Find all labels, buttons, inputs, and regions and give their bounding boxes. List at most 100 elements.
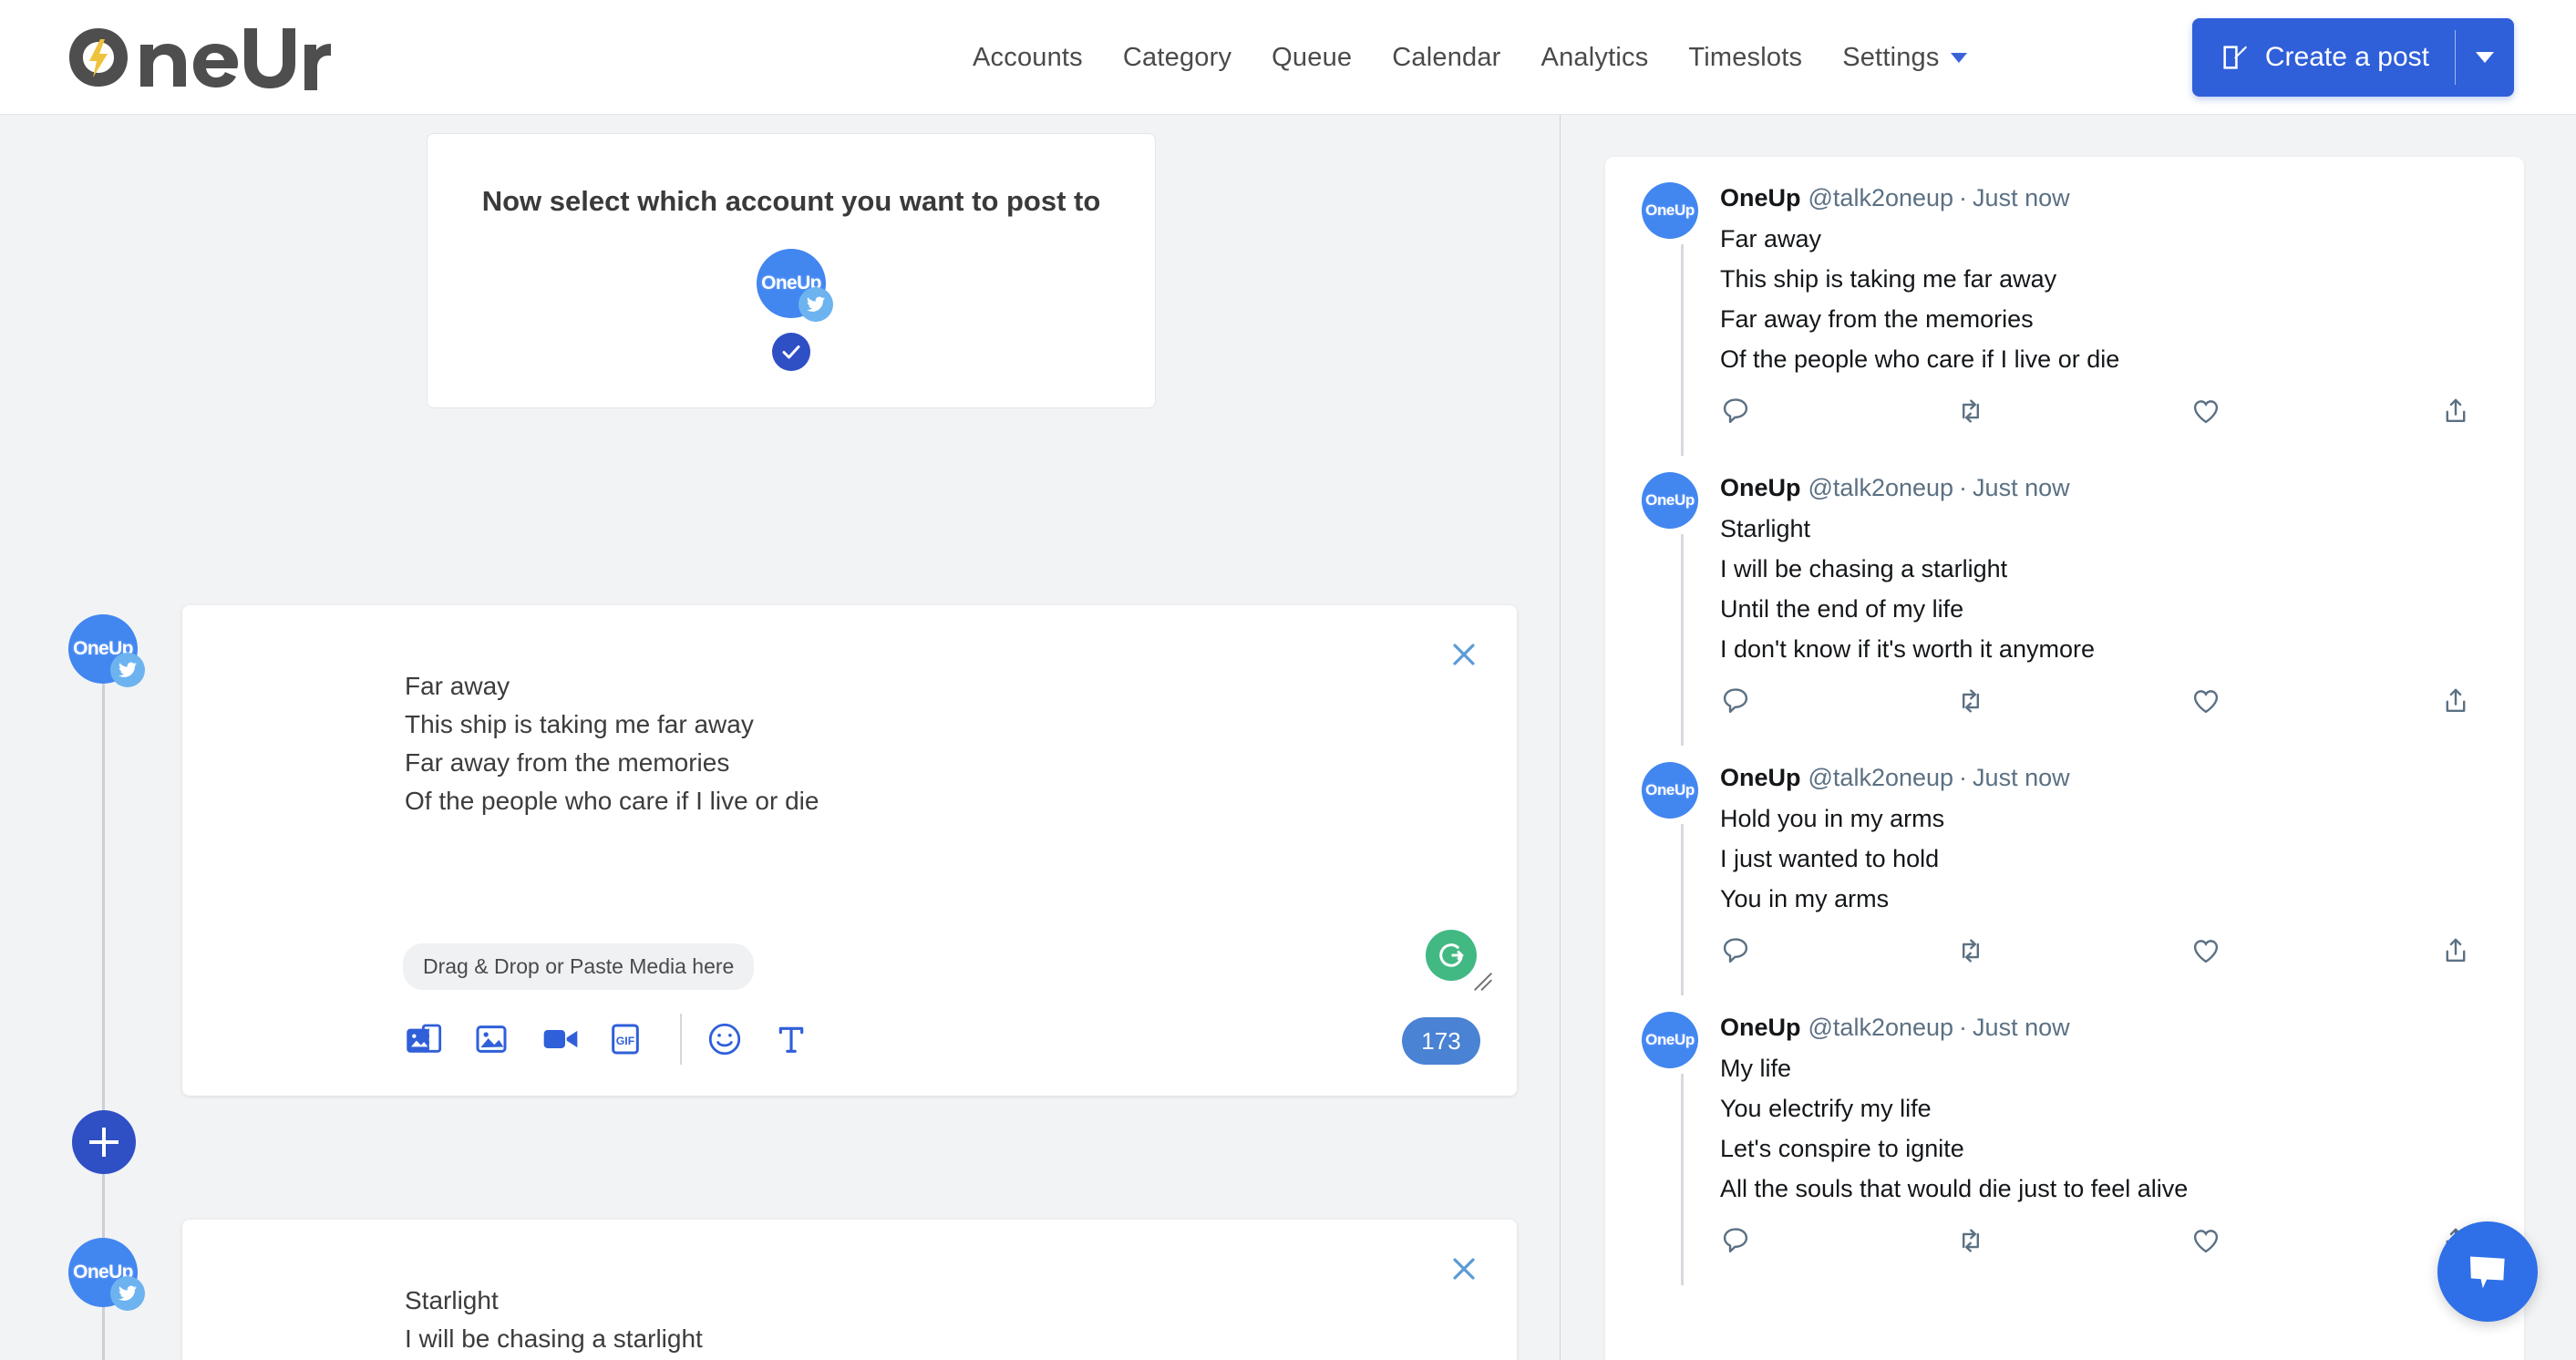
tweet-header: OneUp @talk2oneup · Just now <box>1720 760 2488 795</box>
retweet-glyph <box>1963 689 1979 713</box>
share-icon[interactable] <box>2440 685 2488 716</box>
preview-card: OneUp OneUp @talk2oneup · Just now Far away… <box>1605 157 2524 1360</box>
thread-avatar-1: OneUp <box>68 614 145 687</box>
twitter-badge-icon <box>110 653 145 687</box>
composer-textarea[interactable]: Far away This ship is taking me far away… <box>405 667 1407 820</box>
avatar-image: OneUp <box>1642 182 1698 239</box>
avatar[interactable]: OneUp <box>757 249 833 322</box>
tweet-actions <box>1720 1225 2488 1265</box>
like-icon[interactable] <box>2190 685 2426 716</box>
preview-tweet: OneUp OneUp @talk2oneup · Just now Starligh… <box>1605 447 2524 746</box>
tweet-author-name: OneUp <box>1720 1014 1801 1041</box>
avatar: OneUp <box>1642 762 1698 975</box>
like-icon[interactable] <box>2190 1225 2426 1256</box>
nav-item-analytics[interactable]: Analytics <box>1521 43 1669 73</box>
grammarly-icon[interactable] <box>1426 930 1492 991</box>
avatar-label: OneUp <box>1645 1031 1695 1048</box>
account-selector-title: Now select which account you want to pos… <box>481 185 1101 217</box>
create-post-dropdown-button[interactable] <box>2456 18 2514 97</box>
app-header: Accounts Category Queue Calendar Analyti… <box>0 0 2576 115</box>
tweet-header: OneUp @talk2oneup · Just now <box>1720 1010 2488 1045</box>
resize-grip-icon[interactable] <box>1471 970 1495 994</box>
retweet-icon[interactable] <box>1955 685 2190 716</box>
avatar-image: OneUp <box>1642 472 1698 529</box>
close-icon[interactable] <box>1446 636 1482 673</box>
close-icon[interactable] <box>1446 1251 1482 1287</box>
retweet-icon[interactable] <box>1955 1225 2190 1256</box>
chat-support-button[interactable] <box>2437 1221 2538 1322</box>
tweet-timestamp: Just now <box>1973 1014 2070 1041</box>
share-up-glyph <box>2446 688 2466 712</box>
nav-item-calendar[interactable]: Calendar <box>1372 43 1520 73</box>
tweet-author-handle: @talk2oneup <box>1808 184 1954 211</box>
share-icon[interactable] <box>2440 935 2488 966</box>
account-selector-account[interactable]: OneUp <box>428 249 1155 371</box>
video-icon[interactable] <box>540 1012 607 1066</box>
reply-bubble-glyph <box>1723 938 1748 963</box>
reply-icon[interactable] <box>1720 935 1955 966</box>
create-post-button[interactable]: Create a post <box>2191 18 2514 97</box>
emoji-icon[interactable] <box>706 1012 773 1066</box>
avatar-image: OneUp <box>1642 1012 1698 1068</box>
tweet-header: OneUp @talk2oneup · Just now <box>1720 180 2488 215</box>
reply-bubble-glyph <box>1723 688 1748 714</box>
tweet-header: OneUp @talk2oneup · Just now <box>1720 470 2488 505</box>
oneup-logo[interactable] <box>66 21 339 94</box>
like-icon[interactable] <box>2190 935 2426 966</box>
avatar: OneUp <box>68 614 145 687</box>
avatar-image: OneUp <box>1642 762 1698 819</box>
preview-pane: OneUp OneUp @talk2oneup · Just now Far away… <box>1561 115 2576 1360</box>
add-post-button[interactable] <box>72 1110 136 1174</box>
compose-icon <box>2223 46 2247 69</box>
avatar-label: OneUp <box>1645 201 1695 219</box>
reply-icon[interactable] <box>1720 685 1955 716</box>
retweet-icon[interactable] <box>1955 935 2190 966</box>
tweet-separator: · <box>1959 1014 1968 1041</box>
avatar: OneUp <box>1642 1012 1698 1265</box>
check-icon <box>782 345 800 359</box>
reply-icon[interactable] <box>1720 1225 1955 1256</box>
media-library-icon[interactable] <box>405 1012 472 1066</box>
twitter-badge-icon <box>799 287 833 322</box>
nav-item-timeslots[interactable]: Timeslots <box>1668 43 1822 73</box>
composer-textarea[interactable]: Starlight I will be chasing a starlight … <box>405 1282 1407 1360</box>
composer-card: Far away This ship is taking me far away… <box>182 605 1517 1096</box>
text-format-icon[interactable] <box>773 1012 840 1066</box>
reply-icon[interactable] <box>1720 396 1955 427</box>
nav-item-category[interactable]: Category <box>1103 43 1252 73</box>
heart-glyph <box>2193 690 2219 714</box>
retweet-glyph <box>1963 939 1979 963</box>
heart-glyph <box>2193 400 2219 424</box>
reply-bubble-glyph <box>1723 398 1748 424</box>
nav-item-settings[interactable]: Settings <box>1822 43 1986 73</box>
emoji-smiley-glyph <box>708 1023 741 1056</box>
retweet-glyph <box>1963 399 1979 423</box>
retweet-glyph <box>1963 1229 1979 1252</box>
twitter-bird-icon <box>118 662 138 677</box>
composer-pane: Now select which account you want to pos… <box>0 115 1561 1360</box>
gif-glyph: GIF <box>612 1024 639 1055</box>
retweet-icon[interactable] <box>1955 396 2190 427</box>
heart-glyph <box>2193 940 2219 963</box>
share-icon[interactable] <box>2440 396 2488 427</box>
composer-toolbar: GIF <box>405 1012 840 1066</box>
close-x-icon <box>1453 644 1475 665</box>
nav-item-queue[interactable]: Queue <box>1252 43 1372 73</box>
tweet-actions <box>1720 396 2488 436</box>
tweet-actions <box>1720 685 2488 726</box>
nav-item-accounts[interactable]: Accounts <box>953 43 1103 73</box>
text-T-glyph <box>778 1026 804 1053</box>
account-selected-checkmark[interactable] <box>772 333 810 371</box>
media-drop-hint: Drag & Drop or Paste Media here <box>403 943 755 990</box>
app-body: Now select which account you want to pos… <box>0 115 2576 1360</box>
gif-icon[interactable]: GIF <box>607 1012 675 1066</box>
image-icon[interactable] <box>472 1012 540 1066</box>
avatar: OneUp <box>1642 472 1698 726</box>
tweet-timestamp: Just now <box>1973 764 2070 791</box>
media-library-glyph <box>407 1024 442 1053</box>
heart-glyph <box>2193 1230 2219 1253</box>
create-post-main[interactable]: Create a post <box>2192 18 2455 97</box>
grammarly-g-icon <box>1439 943 1464 967</box>
character-count-badge: 173 <box>1402 1017 1480 1065</box>
like-icon[interactable] <box>2190 396 2426 427</box>
